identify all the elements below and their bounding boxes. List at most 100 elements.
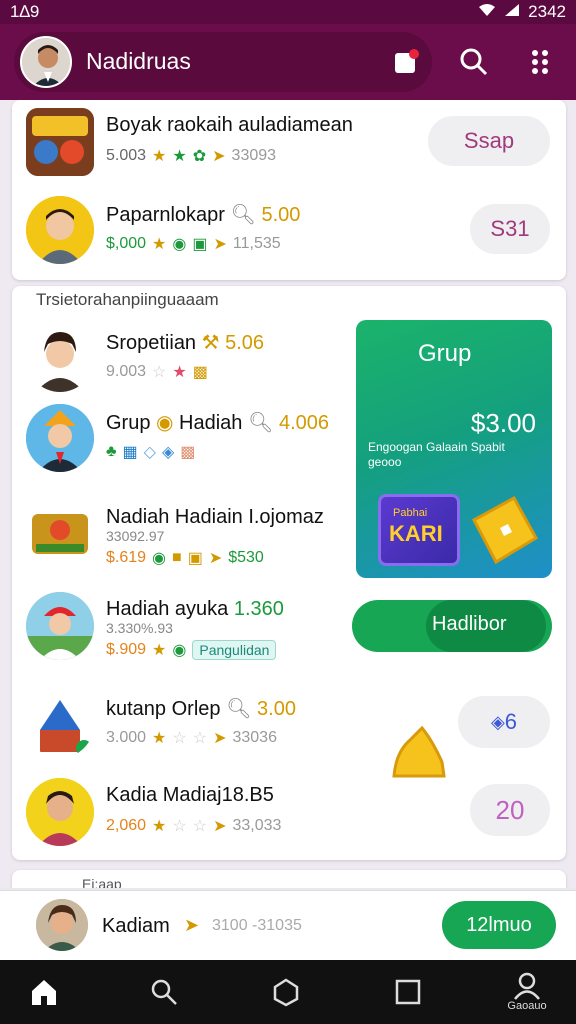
search-icon — [151, 979, 177, 1005]
gem-icon: ◉ — [172, 642, 187, 659]
game-thumbnail — [26, 690, 94, 758]
item-badge: 4.006 — [278, 412, 330, 434]
item-meta: 5.003 ★ ★ ✿ ➤ 33093 — [106, 146, 276, 166]
item-name: Kadia Madiaj18.B5 — [106, 784, 274, 806]
star-icon: ☆ — [192, 818, 208, 835]
item-action-button[interactable]: 20 — [470, 784, 550, 836]
peek-label: Ei:aap — [82, 876, 122, 888]
gem-icon: ◉ — [152, 550, 167, 567]
content-scroll[interactable]: Boyak raokaih auladiamean 5.003 ★ ★ ✿ ➤ … — [0, 100, 576, 888]
gem-icon: ◇ — [143, 444, 156, 461]
item-value: 5.003 — [106, 147, 147, 164]
item-badge: 3.00 — [257, 698, 296, 720]
magnifier-icon: 🔍︎ — [248, 412, 274, 434]
leaf-icon: ✿ — [192, 148, 207, 165]
sticky-footer: Kadiam ➤ 3100 -31035 12lmuo — [0, 890, 576, 960]
search-icon — [460, 48, 488, 76]
nav-home[interactable] — [14, 960, 74, 1024]
more-options-button[interactable] — [520, 42, 560, 82]
item-badge: 5.00 — [261, 204, 301, 226]
promo-card[interactable]: Grup $3.00 Engoogan Galaain Spabit geooo… — [356, 320, 552, 578]
item-name: Hadiah ayuka 1.360 — [106, 598, 284, 620]
item-meta: $.619 ◉ ■ ▣ ➤ $530 — [106, 548, 264, 568]
item-name: kutanp Orlep 🔍︎ 3.00 — [106, 698, 296, 720]
promo-amount: $3.00 — [470, 408, 536, 438]
status-right-time: 2342 — [528, 2, 566, 21]
person-icon — [514, 972, 540, 1000]
star-icon: ★ — [172, 148, 187, 165]
item-action-button[interactable]: S31 — [470, 204, 550, 254]
item-action-button[interactable]: ◈ 6 — [458, 696, 550, 748]
avatar — [26, 324, 94, 392]
profile-avatar[interactable] — [20, 36, 72, 88]
promo-kari-badge: Pabhai KARI — [378, 494, 460, 566]
nav-search[interactable] — [134, 960, 194, 1024]
section-title: Trsietorahanpiinguaaam — [36, 290, 219, 309]
game-thumbnail — [26, 500, 94, 568]
avatar — [26, 196, 94, 264]
circle-icon — [273, 978, 299, 1007]
nav-account[interactable]: Gaoauo — [494, 960, 560, 1024]
item-badge: $530 — [228, 549, 264, 566]
list-item[interactable]: Paparnlokapr 🔍︎ 5.00 $,000 ★ ◉ ▣ ➤ 11,53… — [12, 190, 552, 270]
list-item[interactable]: Kadia Madiaj18.B5 2,060 ★ ☆ ☆ ➤ 33,033 2… — [12, 772, 552, 852]
magnifier-icon: 🔍︎ — [230, 204, 256, 226]
item-meta: 2,060 ★ ☆ ☆ ➤ 33,033 — [106, 816, 281, 836]
promo-title: Grup — [418, 340, 472, 367]
footer-meta: 3100 -31035 — [212, 917, 302, 934]
item-action-button[interactable]: Ssap — [428, 116, 550, 166]
item-value: $,000 — [106, 235, 147, 252]
nav-recents[interactable] — [378, 960, 438, 1024]
arrow-icon: ➤ — [208, 550, 223, 567]
gift-icon: ▩ — [180, 444, 196, 461]
list-item[interactable]: kutanp Orlep 🔍︎ 3.00 3.000 ★ ☆ ☆ ➤ 33036… — [12, 684, 552, 764]
leaf-icon: ♣ — [106, 443, 117, 460]
peek-card: Ei:aap — [12, 870, 566, 888]
page-title: Nadidruas — [86, 48, 191, 74]
star-icon: ☆ — [172, 730, 187, 747]
arrow-icon: ➤ — [213, 818, 227, 835]
item-meta: 9.003 ☆ ★ ▩ — [106, 362, 208, 382]
item-primary-button[interactable]: Hadlibor — [352, 600, 552, 652]
arrow-icon: ➤ — [184, 915, 200, 935]
navigation-bar: Gaoauo — [0, 960, 576, 1024]
game-thumbnail — [26, 108, 94, 176]
item-value: $.619 — [106, 549, 147, 566]
item-badge: 5.06 — [225, 332, 265, 354]
notification-card-icon — [395, 49, 419, 73]
hammer-icon: ⚒ — [201, 332, 220, 354]
status-bar: 1∆9 2342 — [0, 0, 576, 24]
promo-description: Engoogan Galaain Spabit geooo — [368, 440, 505, 469]
item-meta: ♣ ▦ ◇ ◈ ▩ — [106, 442, 195, 462]
app-bar: Nadidruas — [0, 24, 576, 100]
star-icon: ★ — [172, 364, 187, 381]
search-button[interactable] — [452, 42, 496, 82]
square-icon — [395, 979, 421, 1005]
star-icon: ☆ — [152, 364, 167, 381]
item-badge: 1.360 — [233, 598, 284, 620]
item-name: Grup ◉ Hadiah 🔍︎ 4.006 — [106, 412, 330, 434]
arrow-icon: ➤ — [213, 236, 227, 253]
star-icon: ☆ — [172, 818, 187, 835]
gift-bag-icon — [471, 495, 539, 565]
list-item[interactable]: Boyak raokaih auladiamean 5.003 ★ ★ ✿ ➤ … — [12, 102, 552, 182]
tile-icon: ▣ — [187, 550, 203, 567]
main-card: Trsietorahanpiinguaaam Sropetiian ⚒ 5.06… — [12, 286, 566, 860]
avatar — [26, 778, 94, 846]
item-count: 33036 — [232, 729, 277, 746]
status-icons: 2342 — [478, 2, 566, 22]
star-icon: ☆ — [192, 730, 208, 747]
footer-action-button[interactable]: 12lmuo — [442, 901, 556, 949]
footer-name: Kadiam — [102, 915, 170, 937]
gift-icon: ▩ — [192, 364, 208, 381]
magnifier-icon: 🔍︎ — [226, 698, 252, 720]
item-sub: 3.330%.93 — [106, 620, 173, 636]
nav-home-button[interactable] — [256, 960, 316, 1024]
notifications-button[interactable] — [386, 42, 426, 82]
item-meta: 3.000 ★ ☆ ☆ ➤ 33036 — [106, 728, 277, 748]
star-icon: ★ — [152, 236, 167, 253]
item-count: 33,033 — [232, 817, 282, 834]
item-value: 9.003 — [106, 363, 147, 380]
item-value: $.909 — [106, 641, 147, 658]
gem-icon: ◉ — [172, 236, 187, 253]
